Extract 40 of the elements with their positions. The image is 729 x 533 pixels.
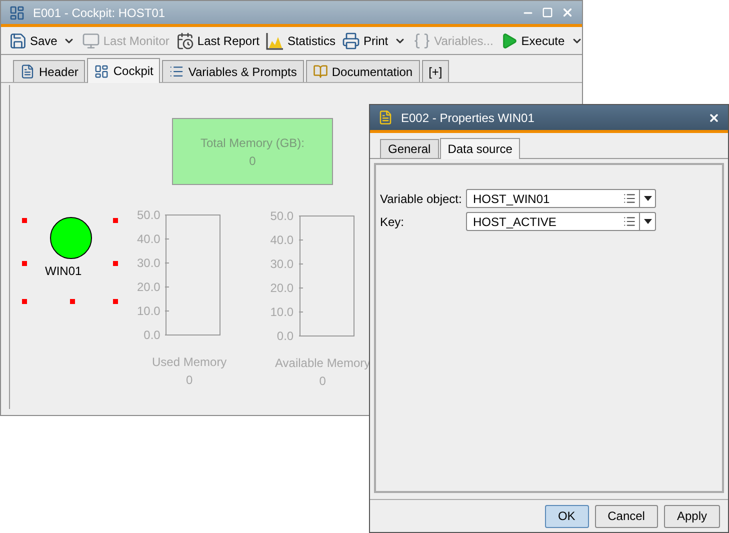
gauge-tick-label: 20.0 bbox=[270, 282, 294, 294]
gauge-tick-label: 50.0 bbox=[136, 209, 160, 221]
tab[interactable]: General bbox=[380, 139, 439, 158]
panel-value: 0 bbox=[249, 152, 256, 170]
field-label: Key: bbox=[380, 214, 406, 230]
dialog-title: E002 - Properties WIN01 bbox=[401, 110, 536, 126]
combo-box[interactable]: HOST_WIN01 bbox=[466, 189, 656, 208]
gauge-label: Available Memory bbox=[275, 355, 370, 372]
tab[interactable]: [+] bbox=[422, 60, 450, 82]
gauge-tick-label: 0.0 bbox=[144, 329, 160, 341]
toolbar-button[interactable]: Statistics bbox=[266, 32, 336, 50]
gauge-tick-label: 0.0 bbox=[276, 330, 294, 342]
toolbar-button[interactable]: Print bbox=[342, 32, 388, 50]
gauge-tick-label: 50.0 bbox=[270, 210, 294, 222]
dialog-button[interactable]: OK bbox=[544, 504, 589, 528]
gauge-tick-label: 30.0 bbox=[136, 257, 160, 269]
gauge-tick-label: 40.0 bbox=[270, 234, 294, 246]
window-title: E001 - Cockpit: HOST01 bbox=[33, 4, 166, 22]
toolbar-button[interactable]: Execute bbox=[500, 32, 565, 50]
toolbar-button[interactable]: Last Report bbox=[176, 32, 260, 50]
gauge-tick-label: 20.0 bbox=[136, 281, 160, 293]
gauge-tick-label: 10.0 bbox=[136, 305, 160, 317]
tab[interactable]: Data source bbox=[440, 138, 520, 159]
tab[interactable]: Documentation bbox=[306, 60, 420, 82]
gauge-tick-label: 40.0 bbox=[136, 233, 160, 245]
gauge-tick-label: 10.0 bbox=[270, 306, 294, 318]
panel-label: Total Memory (GB): bbox=[200, 134, 304, 152]
tab[interactable]: Header bbox=[13, 60, 86, 82]
host-label: WIN01 bbox=[45, 263, 82, 280]
tab[interactable]: Variables & Prompts bbox=[162, 60, 304, 82]
gauge-tick-label: 30.0 bbox=[270, 258, 294, 270]
gauge-reading: 0 bbox=[319, 373, 326, 390]
combo-box[interactable]: HOST_ACTIVE bbox=[466, 212, 656, 231]
tab[interactable]: Cockpit bbox=[87, 58, 160, 83]
dialog-button[interactable]: Apply bbox=[664, 504, 720, 528]
gauge-reading: 0 bbox=[186, 372, 193, 389]
dialog-button[interactable]: Cancel bbox=[594, 504, 658, 528]
field-label: Variable object: bbox=[380, 190, 463, 208]
gauge-label: Used Memory bbox=[152, 354, 227, 371]
toolbar-button[interactable]: Save bbox=[9, 32, 58, 50]
